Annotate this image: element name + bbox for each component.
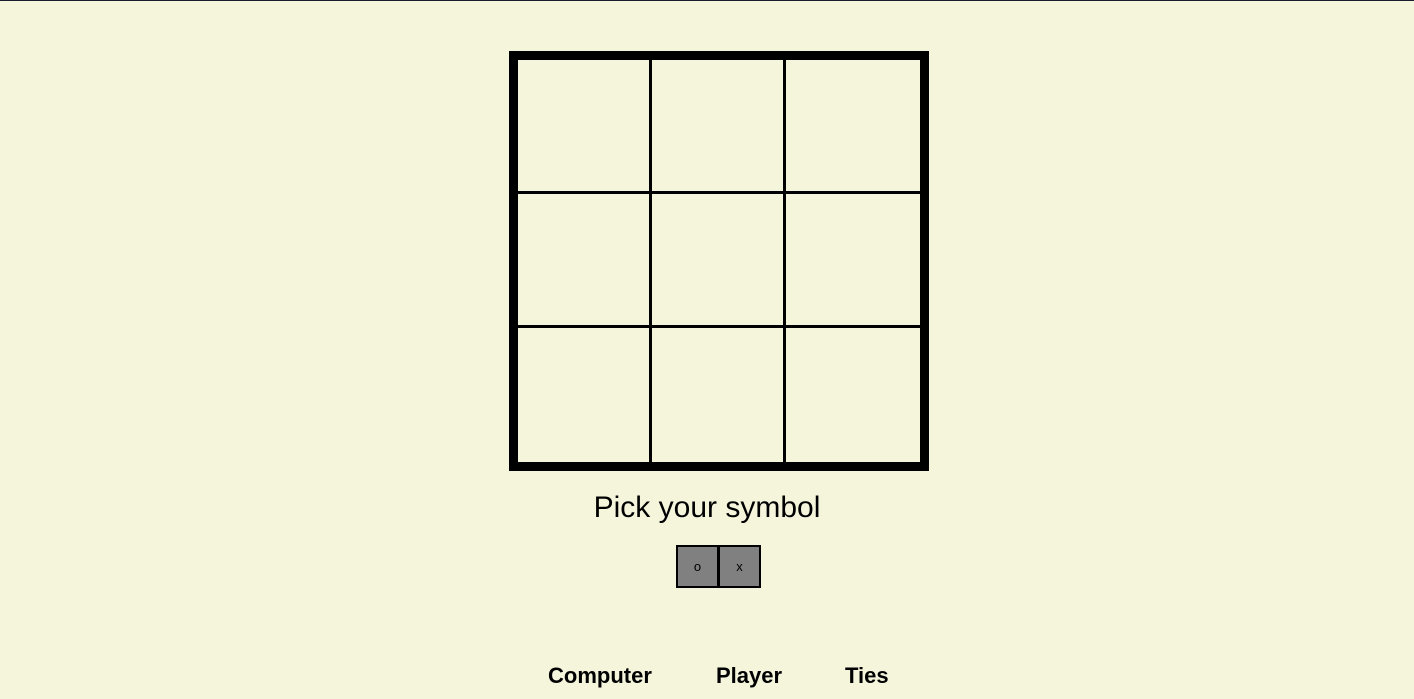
computer-score-label: Computer [548, 663, 652, 688]
symbol-picker: o x [676, 545, 761, 588]
board-cell-2-0[interactable] [518, 328, 652, 462]
board-cell-0-2[interactable] [786, 60, 920, 194]
board-cell-2-1[interactable] [652, 328, 786, 462]
board-cell-2-2[interactable] [786, 328, 920, 462]
game-board [509, 51, 929, 471]
board-cell-1-2[interactable] [786, 194, 920, 328]
pick-x-button[interactable]: x [718, 545, 761, 588]
symbol-prompt: Pick your symbol [593, 491, 821, 524]
player-score-label: Player [716, 663, 783, 688]
ties-score-label: Ties [845, 663, 889, 688]
pick-o-button[interactable]: o [676, 545, 719, 588]
board-cell-1-0[interactable] [518, 194, 652, 328]
scoreboard: Computer Player Ties [0, 662, 1414, 690]
board-cell-0-0[interactable] [518, 60, 652, 194]
board-cell-0-1[interactable] [652, 60, 786, 194]
board-cell-1-1[interactable] [652, 194, 786, 328]
top-border-line [0, 0, 1414, 1]
